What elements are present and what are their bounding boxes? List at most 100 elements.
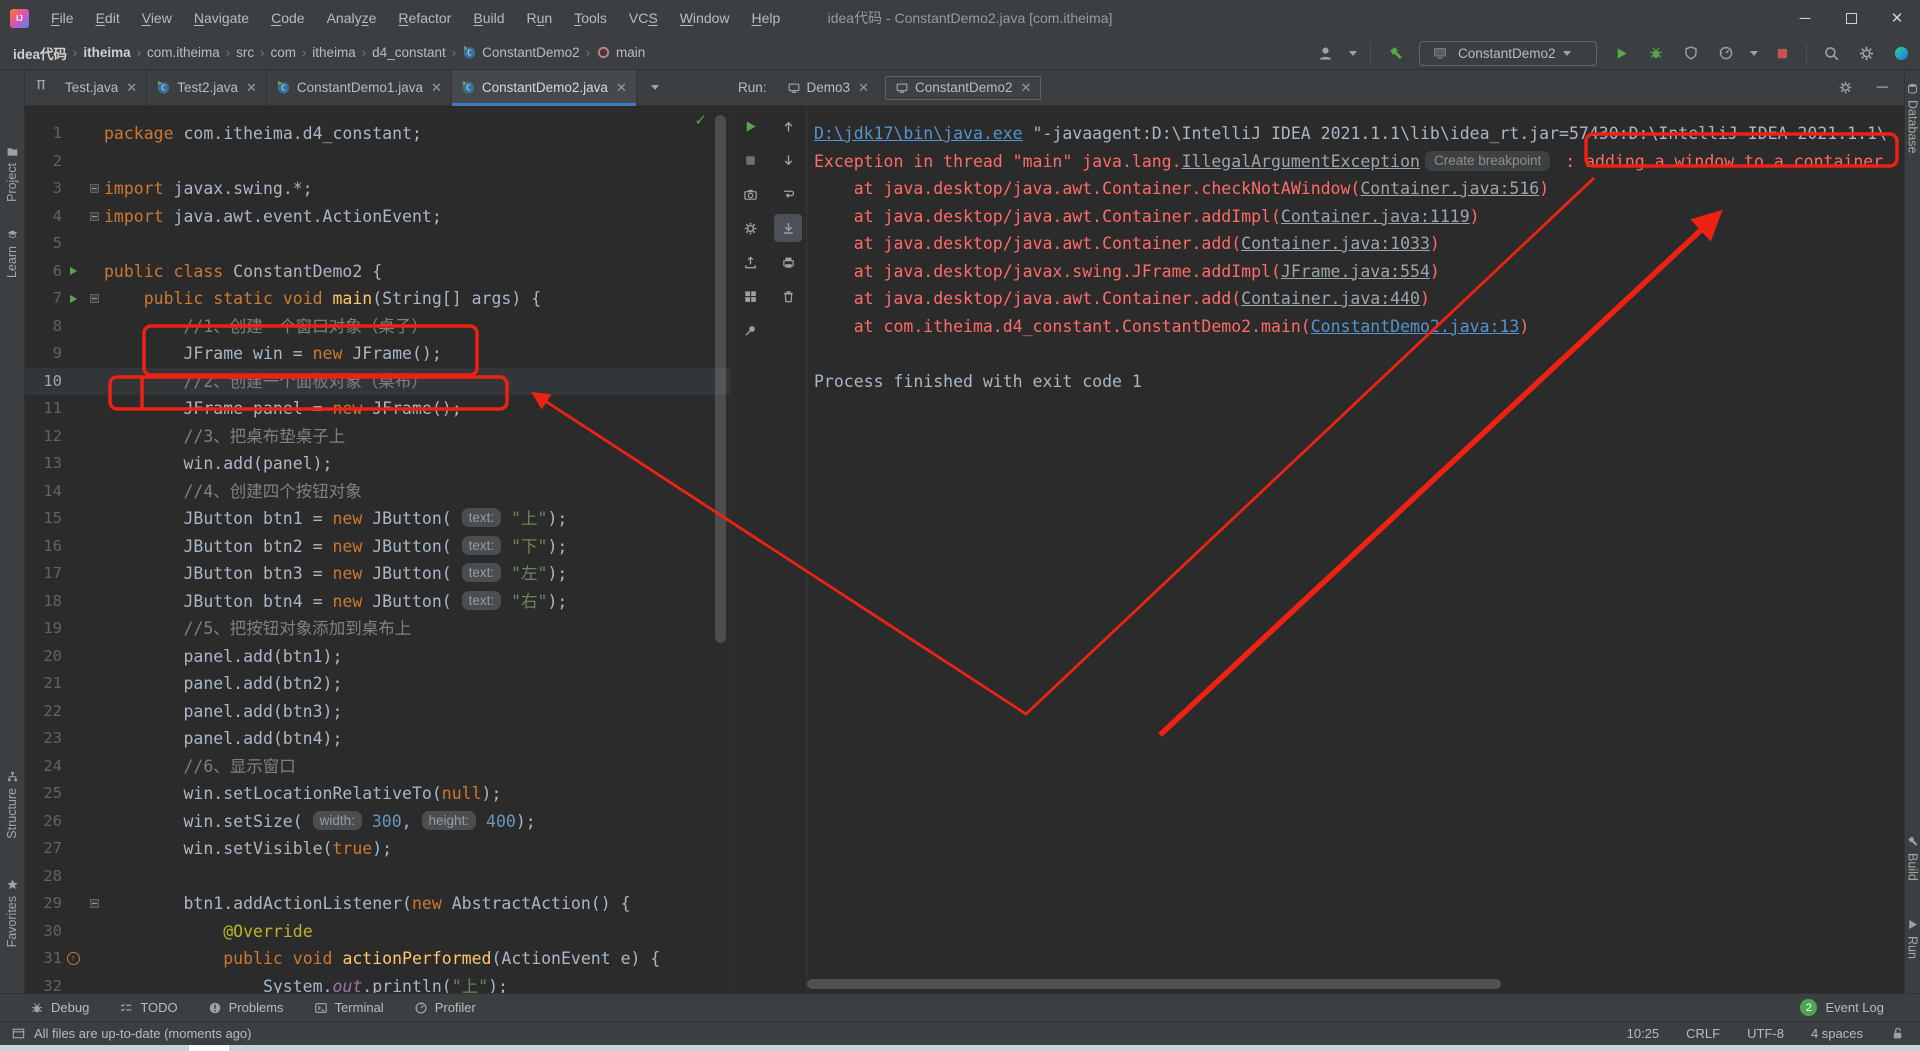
tab-strip-icon[interactable] (34, 78, 48, 97)
console-tool-layout[interactable] (736, 282, 764, 310)
code-line-27[interactable]: 27 win.setVisible(true); (25, 835, 730, 863)
console-link[interactable]: Container.java:1119 (1281, 207, 1470, 226)
inspections-ok-icon[interactable]: ✓ (694, 111, 707, 129)
tool-window-button-favorites[interactable]: Favorites (0, 878, 24, 947)
user-icon[interactable] (1314, 42, 1336, 64)
tool-window-button-debug[interactable]: Debug (30, 1000, 89, 1015)
code-line-31[interactable]: 31 ↑ public void actionPerformed(ActionEv… (25, 945, 730, 973)
maximize-button[interactable] (1828, 0, 1874, 36)
minimize-button[interactable]: ─ (1782, 0, 1828, 36)
code-line-7[interactable]: 7 public static void main(String[] args)… (25, 285, 730, 313)
console-link[interactable]: Container.java:440 (1241, 289, 1420, 308)
debug-button-icon[interactable] (1645, 42, 1667, 64)
build-hammer-icon[interactable] (1384, 42, 1406, 64)
code-line-4[interactable]: 4 import java.awt.event.ActionEvent; (25, 203, 730, 231)
code-line-2[interactable]: 2 (25, 148, 730, 176)
menu-item-analyze[interactable]: Analyze (317, 6, 387, 30)
fold-icon[interactable] (89, 294, 99, 304)
breadcrumb-item-7[interactable]: C ConstantDemo2 (462, 45, 580, 60)
code-line-3[interactable]: 3 import javax.swing.*; (25, 175, 730, 203)
close-tab-icon[interactable]: ✕ (431, 80, 442, 96)
editor-tab-constantdemo2-java[interactable]: C ConstantDemo2.java ✕ (451, 70, 637, 106)
code-line-23[interactable]: 23 panel.add(btn4); (25, 725, 730, 753)
close-button[interactable]: ✕ (1874, 0, 1920, 36)
console-horizontal-scrollbar[interactable] (807, 979, 1501, 989)
menu-item-view[interactable]: View (132, 6, 182, 30)
tool-window-button-project[interactable]: Project (0, 145, 24, 202)
close-tab-icon[interactable]: ✕ (858, 80, 869, 96)
menu-item-edit[interactable]: Edit (86, 6, 130, 30)
code-line-28[interactable]: 28 (25, 863, 730, 891)
menu-item-tools[interactable]: Tools (564, 6, 617, 30)
code-line-30[interactable]: 30 @Override (25, 918, 730, 946)
console-tool-arrow-down[interactable] (774, 146, 802, 174)
create-breakpoint-inlay[interactable]: Create breakpoint (1424, 150, 1551, 171)
profiler-icon[interactable] (1715, 42, 1737, 64)
code-line-15[interactable]: 15 JButton btn1 = new JButton( text: "上"… (25, 505, 730, 533)
tool-window-button-structure[interactable]: Structure (0, 770, 24, 839)
status-widget-4-spaces[interactable]: 4 spaces (1811, 1026, 1863, 1041)
menu-item-code[interactable]: Code (261, 6, 314, 30)
code-line-14[interactable]: 14 //4、创建四个按钮对象 (25, 478, 730, 506)
run-configuration-select[interactable]: ConstantDemo2 (1419, 40, 1597, 66)
code-line-25[interactable]: 25 win.setLocationRelativeTo(null); (25, 780, 730, 808)
menu-item-run[interactable]: Run (517, 6, 563, 30)
console-output[interactable]: D:\jdk17\bin\java.exe "-javaagent:D:\Int… (807, 106, 1904, 993)
run-button-icon[interactable] (1610, 42, 1632, 64)
fold-icon[interactable] (89, 211, 99, 221)
code-line-13[interactable]: 13 win.add(panel); (25, 450, 730, 478)
editor-vertical-scrollbar[interactable] (715, 115, 726, 643)
tool-window-button-run[interactable]: Run (1905, 918, 1920, 959)
settings-gear-icon[interactable] (1835, 77, 1857, 99)
console-tool-settings[interactable] (736, 214, 764, 242)
breadcrumb-item-5[interactable]: itheima (312, 45, 356, 60)
code-line-24[interactable]: 24 //6、显示窗口 (25, 753, 730, 781)
event-log-button[interactable]: 2 Event Log (1800, 999, 1920, 1016)
tool-window-button-learn[interactable]: Learn (0, 228, 24, 278)
tool-window-button-profiler[interactable]: Profiler (414, 1000, 476, 1015)
run-tab-demo3[interactable]: Demo3 ✕ (777, 76, 879, 100)
menu-item-file[interactable]: File (41, 6, 84, 30)
code-editor[interactable]: 1 package com.itheima.d4_constant; 2 3 impor… (25, 106, 730, 993)
editor-tab-test-java[interactable]: Test.java ✕ (56, 70, 148, 105)
stop-button-icon[interactable] (1771, 42, 1793, 64)
close-tab-icon[interactable]: ✕ (246, 80, 257, 96)
code-line-19[interactable]: 19 //5、把按钮对象添加到桌布上 (25, 615, 730, 643)
console-tool-soft-wrap[interactable] (774, 180, 802, 208)
close-tab-icon[interactable]: ✕ (126, 80, 137, 96)
tool-window-button-build[interactable]: Build (1905, 835, 1920, 881)
code-line-8[interactable]: 8 //1、创建一个窗口对象（桌子） (25, 313, 730, 341)
code-line-22[interactable]: 22 panel.add(btn3); (25, 698, 730, 726)
console-tool-trash[interactable] (774, 282, 802, 310)
code-line-20[interactable]: 20 panel.add(btn1); (25, 643, 730, 671)
console-link[interactable]: D:\jdk17\bin\java.exe (814, 124, 1023, 143)
code-line-26[interactable]: 26 win.setSize( width: 300, height: 400)… (25, 808, 730, 836)
status-widget-crlf[interactable]: CRLF (1686, 1026, 1720, 1041)
fold-icon[interactable] (89, 184, 99, 194)
settings-gear-icon[interactable] (1855, 42, 1877, 64)
run-gutter-icon[interactable] (62, 285, 84, 313)
console-tool-pin[interactable] (736, 316, 764, 344)
overrides-gutter-icon[interactable]: ↑ (66, 952, 80, 966)
code-line-6[interactable]: 6 public class ConstantDemo2 { (25, 258, 730, 286)
console-link[interactable]: Container.java:1033 (1241, 234, 1430, 253)
console-link[interactable]: IllegalArgumentException (1182, 152, 1420, 171)
code-line-17[interactable]: 17 JButton btn3 = new JButton( text: "左"… (25, 560, 730, 588)
code-line-32[interactable]: 32 System.out.println("上"); (25, 973, 730, 994)
breadcrumb-item-3[interactable]: src (236, 45, 254, 60)
code-line-9[interactable]: 9 JFrame win = new JFrame(); (25, 340, 730, 368)
code-line-18[interactable]: 18 JButton btn4 = new JButton( text: "右"… (25, 588, 730, 616)
chevron-down-icon[interactable] (1349, 50, 1357, 56)
console-tool-arrow-up[interactable] (774, 112, 802, 140)
hide-tool-window-icon[interactable]: ─ (1877, 79, 1888, 97)
status-widget-10-25[interactable]: 10:25 (1627, 1026, 1660, 1041)
tool-window-button-problems[interactable]: Problems (208, 1000, 284, 1015)
code-line-10[interactable]: 10 //2、创建一个面板对象（桌布） (25, 367, 730, 395)
status-widget-utf-8[interactable]: UTF-8 (1747, 1026, 1784, 1041)
editor-tab-constantdemo1-java[interactable]: C ConstantDemo1.java ✕ (267, 70, 452, 105)
menu-item-refactor[interactable]: Refactor (388, 6, 461, 30)
tool-window-button-todo[interactable]: TODO (119, 1000, 178, 1015)
tool-window-button-terminal[interactable]: Terminal (314, 1000, 384, 1015)
console-tool-scroll-end[interactable] (774, 214, 802, 242)
code-line-29[interactable]: 29 btn1.addActionListener(new AbstractAc… (25, 890, 730, 918)
